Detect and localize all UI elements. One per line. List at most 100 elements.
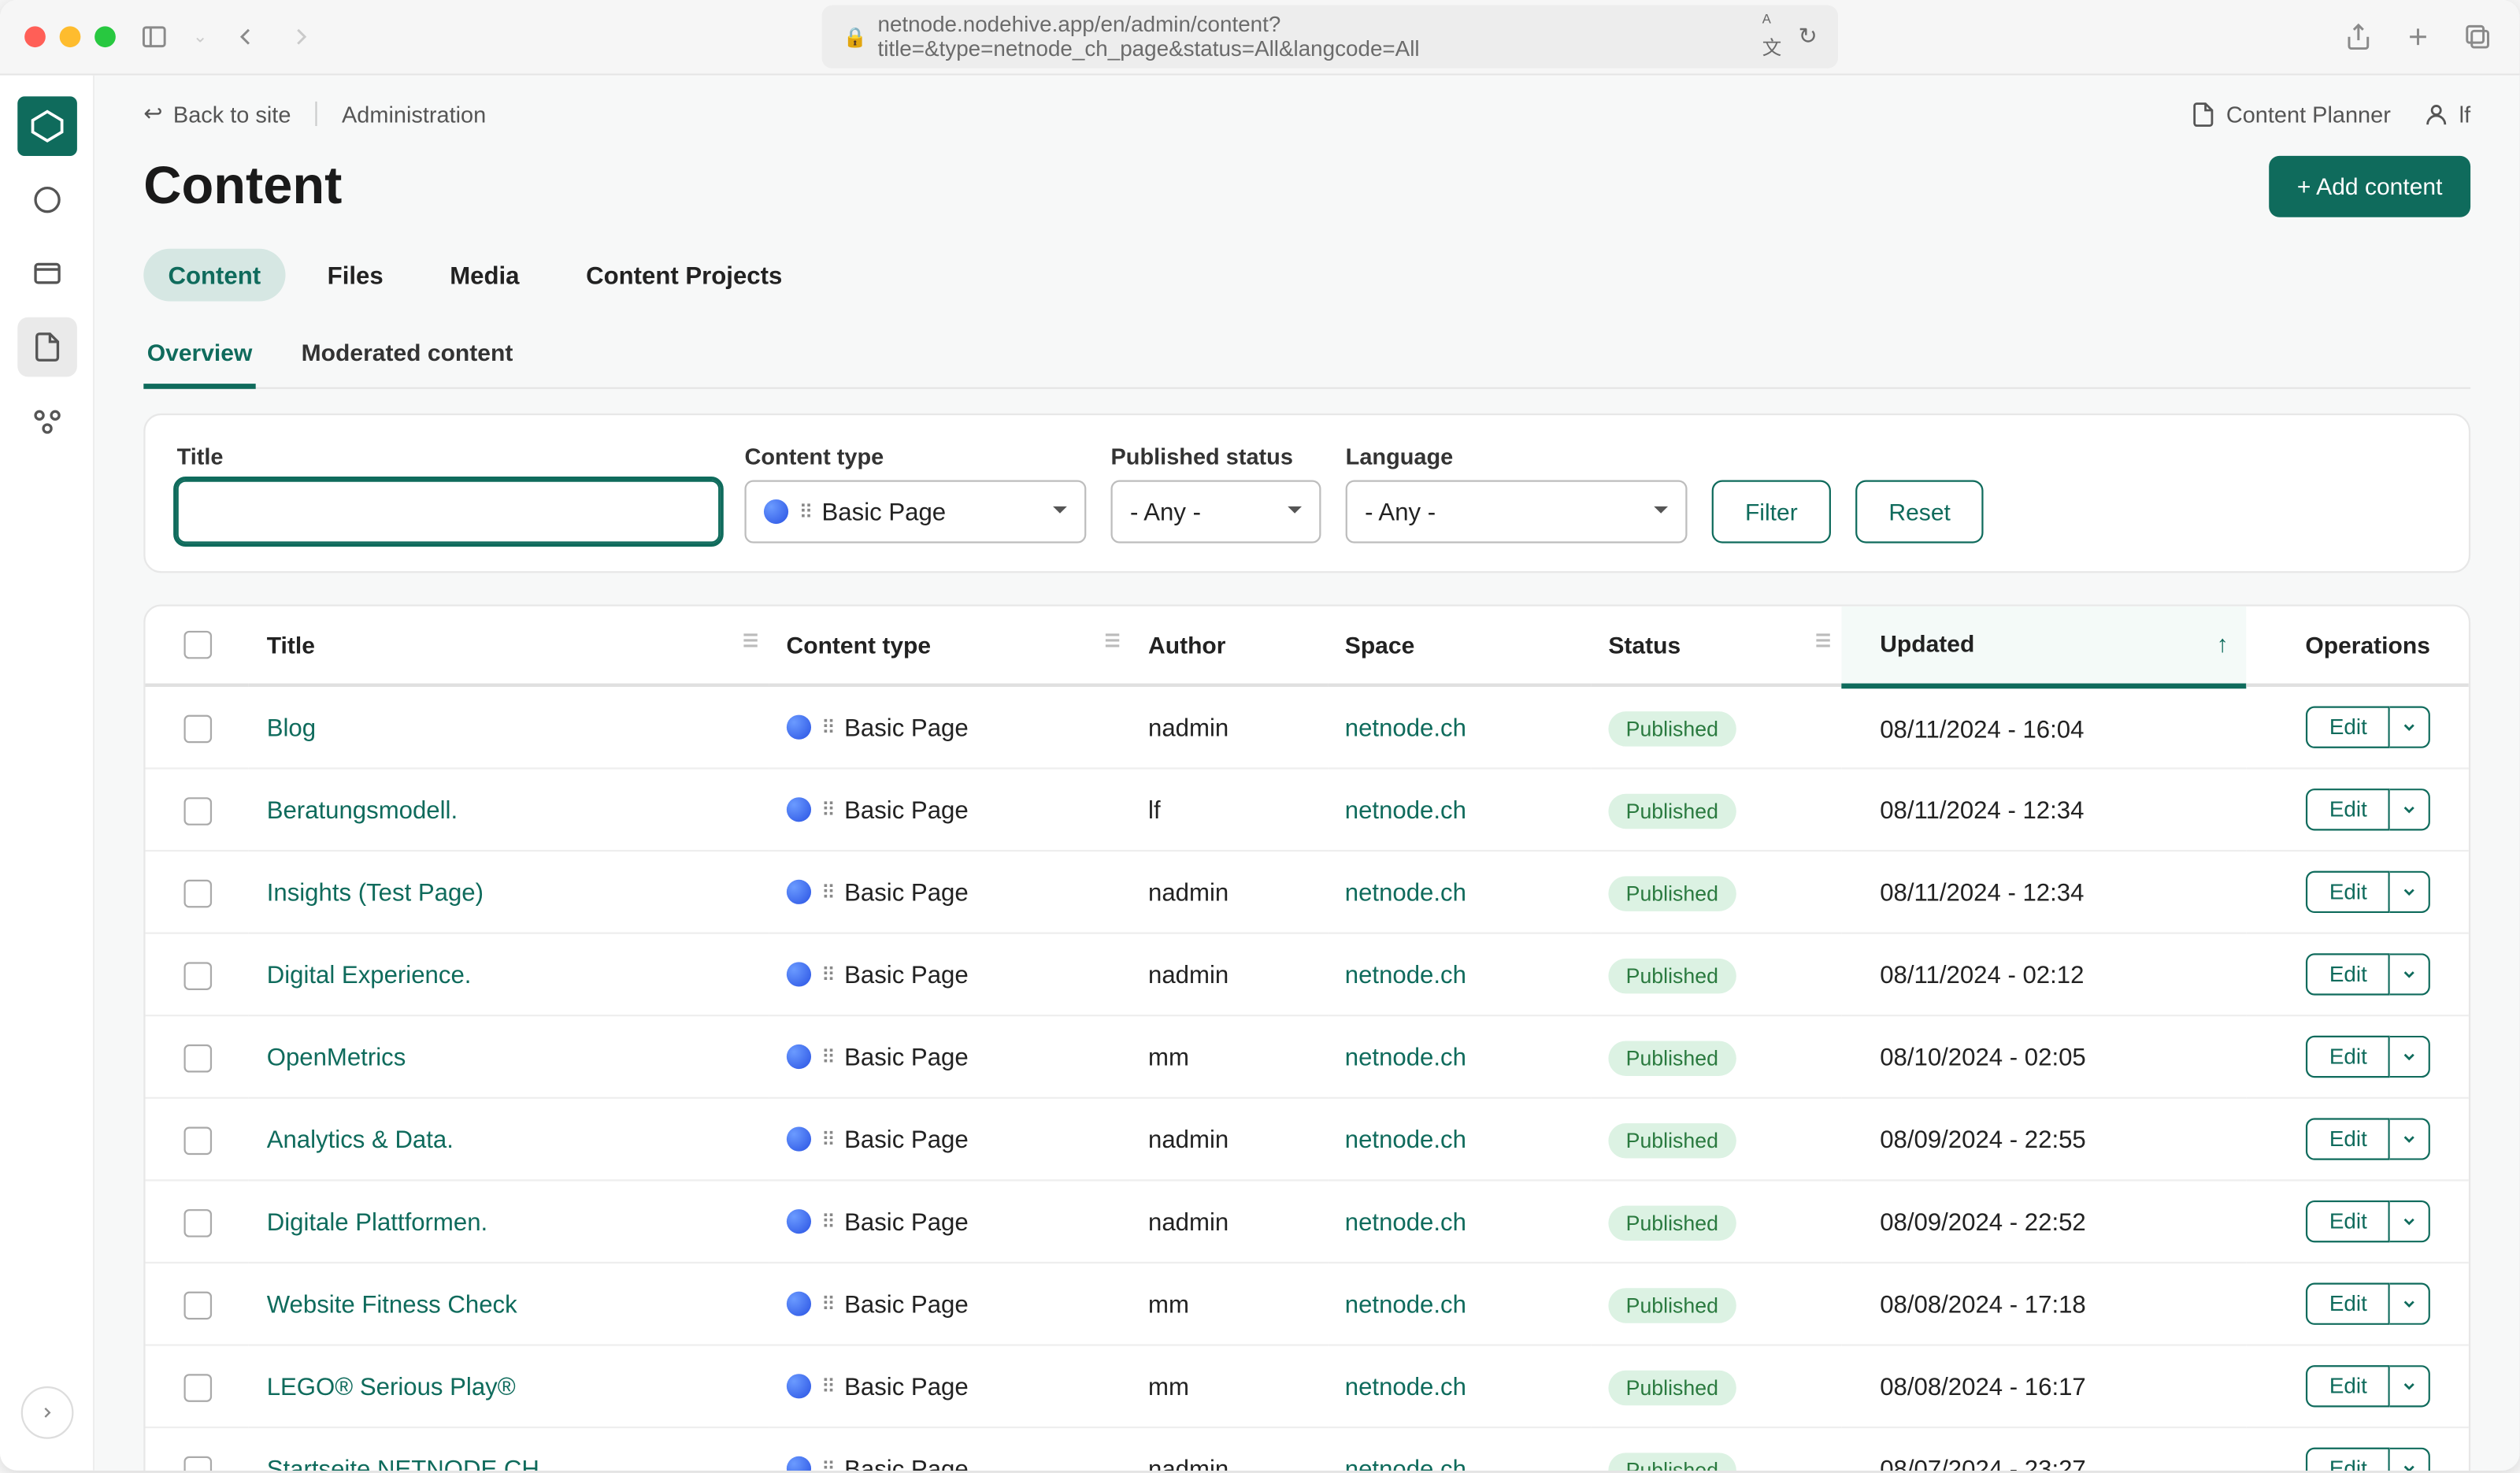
- sidebar-item-structure[interactable]: [17, 391, 76, 451]
- share-icon[interactable]: [2341, 19, 2377, 54]
- row-checkbox[interactable]: [184, 1127, 213, 1156]
- table-row: Digital Experience. ⠿Basic Page nadmin n…: [146, 934, 2469, 1017]
- content-title-link[interactable]: Analytics & Data.: [267, 1126, 454, 1154]
- tabs-icon[interactable]: [2460, 19, 2496, 54]
- row-checkbox[interactable]: [184, 1456, 213, 1471]
- content-type-select[interactable]: ⠿ Basic Page: [745, 480, 1087, 544]
- edit-dropdown[interactable]: [2390, 789, 2430, 831]
- edit-button[interactable]: Edit: [2307, 1119, 2390, 1161]
- row-checkbox[interactable]: [184, 1044, 213, 1073]
- edit-dropdown[interactable]: [2390, 1201, 2430, 1243]
- edit-dropdown[interactable]: [2390, 954, 2430, 996]
- col-title[interactable]: Title☰: [250, 607, 769, 686]
- space-link[interactable]: netnode.ch: [1345, 1456, 1466, 1471]
- reload-icon[interactable]: ↻: [1798, 23, 1817, 51]
- content-title-link[interactable]: Digital Experience.: [267, 961, 472, 989]
- subtab-moderated[interactable]: Moderated content: [298, 322, 517, 389]
- space-link[interactable]: netnode.ch: [1345, 879, 1466, 907]
- maximize-window-icon[interactable]: [94, 26, 116, 47]
- tab-files[interactable]: Files: [303, 249, 408, 302]
- content-title-link[interactable]: Beratungsmodell.: [267, 796, 458, 825]
- author-cell: mm: [1131, 1346, 1328, 1429]
- row-checkbox[interactable]: [184, 963, 213, 991]
- minimize-window-icon[interactable]: [60, 26, 81, 47]
- edit-button[interactable]: Edit: [2307, 872, 2390, 914]
- content-title-link[interactable]: Digitale Plattformen.: [267, 1208, 487, 1237]
- row-checkbox[interactable]: [184, 1375, 213, 1403]
- space-link[interactable]: netnode.ch: [1345, 1373, 1466, 1401]
- language-select[interactable]: - Any -: [1346, 480, 1688, 544]
- edit-dropdown[interactable]: [2390, 1037, 2430, 1078]
- edit-dropdown[interactable]: [2390, 872, 2430, 914]
- sidebar-item-content[interactable]: [17, 317, 76, 377]
- select-all-checkbox[interactable]: [184, 632, 213, 660]
- col-author[interactable]: Author: [1131, 607, 1328, 686]
- edit-button[interactable]: Edit: [2307, 954, 2390, 996]
- updated-cell: 08/08/2024 - 17:18: [1841, 1263, 2246, 1346]
- space-link[interactable]: netnode.ch: [1345, 961, 1466, 989]
- col-status[interactable]: Status☰: [1591, 607, 1841, 686]
- tab-media[interactable]: Media: [425, 249, 544, 302]
- edit-button[interactable]: Edit: [2307, 1284, 2390, 1326]
- status-badge: Published: [1609, 1207, 1736, 1242]
- forward-icon[interactable]: [284, 19, 320, 54]
- edit-dropdown[interactable]: [2390, 1119, 2430, 1161]
- status-badge: Published: [1609, 712, 1736, 748]
- content-title-link[interactable]: Website Fitness Check: [267, 1291, 517, 1319]
- space-link[interactable]: netnode.ch: [1345, 1291, 1466, 1319]
- content-planner-link[interactable]: Content Planner: [2189, 101, 2391, 127]
- url-bar[interactable]: 🔒 netnode.nodehive.app/en/admin/content?…: [822, 6, 1839, 69]
- edit-button[interactable]: Edit: [2307, 1449, 2390, 1471]
- edit-dropdown[interactable]: [2390, 1284, 2430, 1326]
- tab-content-projects[interactable]: Content Projects: [561, 249, 807, 302]
- edit-button[interactable]: Edit: [2307, 707, 2390, 749]
- row-checkbox[interactable]: [184, 798, 213, 826]
- back-icon[interactable]: [228, 19, 264, 54]
- chevron-down-icon[interactable]: ⌄: [193, 27, 208, 46]
- back-to-site-link[interactable]: ↩Back to site: [143, 100, 291, 128]
- row-checkbox[interactable]: [184, 715, 213, 744]
- edit-dropdown[interactable]: [2390, 1449, 2430, 1471]
- subtab-overview[interactable]: Overview: [143, 322, 256, 389]
- edit-button[interactable]: Edit: [2307, 1037, 2390, 1078]
- space-link[interactable]: netnode.ch: [1345, 1126, 1466, 1154]
- space-link[interactable]: netnode.ch: [1345, 1044, 1466, 1072]
- tab-content[interactable]: Content: [143, 249, 285, 302]
- filter-button[interactable]: Filter: [1712, 480, 1831, 544]
- content-title-link[interactable]: Startseite NETNODE.CH: [267, 1456, 539, 1471]
- content-title-link[interactable]: Blog: [267, 714, 316, 743]
- edit-dropdown[interactable]: [2390, 707, 2430, 749]
- space-link[interactable]: netnode.ch: [1345, 796, 1466, 825]
- edit-button[interactable]: Edit: [2307, 1201, 2390, 1243]
- user-menu[interactable]: lf: [2422, 101, 2470, 127]
- sidebar-item-spaces[interactable]: [17, 243, 76, 303]
- translate-icon[interactable]: ᴬ文: [1762, 13, 1788, 61]
- title-filter-input[interactable]: [177, 480, 721, 544]
- sidebar-toggle-icon[interactable]: [137, 19, 172, 54]
- row-checkbox[interactable]: [184, 880, 213, 908]
- content-title-link[interactable]: LEGO® Serious Play®: [267, 1373, 516, 1401]
- add-content-button[interactable]: + Add content: [2269, 156, 2470, 217]
- space-link[interactable]: netnode.ch: [1345, 714, 1466, 743]
- content-title-link[interactable]: OpenMetrics: [267, 1044, 406, 1072]
- col-content-type[interactable]: Content type☰: [769, 607, 1130, 686]
- content-title-link[interactable]: Insights (Test Page): [267, 879, 484, 907]
- status-select[interactable]: - Any -: [1111, 480, 1321, 544]
- edit-dropdown[interactable]: [2390, 1366, 2430, 1408]
- col-space[interactable]: Space: [1328, 607, 1592, 686]
- row-checkbox[interactable]: [184, 1292, 213, 1320]
- col-updated[interactable]: Updated↑: [1841, 607, 2246, 686]
- space-link[interactable]: netnode.ch: [1345, 1208, 1466, 1237]
- administration-link[interactable]: Administration: [342, 101, 486, 127]
- new-tab-icon[interactable]: [2400, 19, 2436, 54]
- content-type-cell: ⠿Basic Page: [787, 1456, 1114, 1471]
- reset-button[interactable]: Reset: [1855, 480, 1984, 544]
- app-logo[interactable]: [17, 96, 76, 156]
- edit-button[interactable]: Edit: [2307, 1366, 2390, 1408]
- edit-button[interactable]: Edit: [2307, 789, 2390, 831]
- sidebar-item-dashboard[interactable]: [17, 170, 76, 230]
- row-checkbox[interactable]: [184, 1209, 213, 1237]
- close-window-icon[interactable]: [24, 26, 46, 47]
- arrow-up-icon: ↑: [2217, 632, 2229, 658]
- sidebar-expand-icon[interactable]: [20, 1386, 73, 1439]
